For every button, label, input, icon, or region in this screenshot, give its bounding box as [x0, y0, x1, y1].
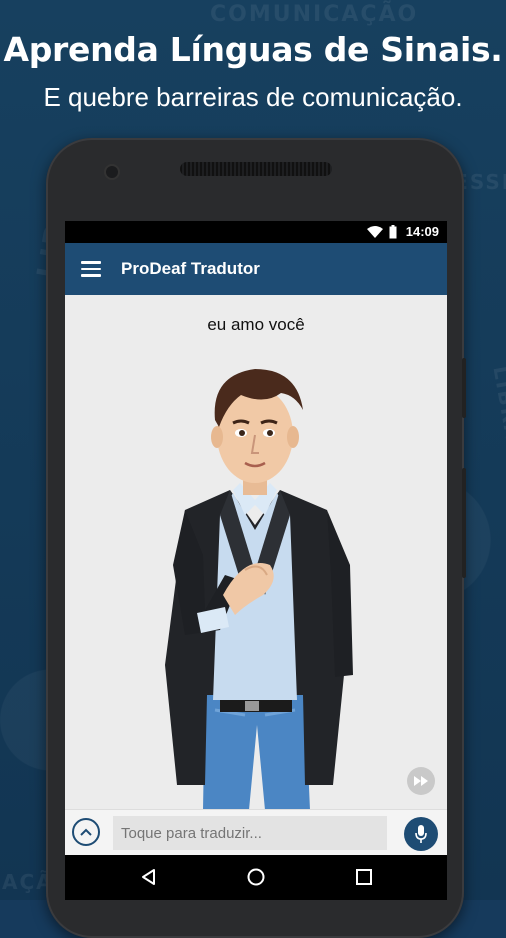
- volume-button: [462, 468, 466, 578]
- app-bar: ProDeaf Tradutor: [65, 243, 447, 295]
- front-camera: [106, 166, 118, 178]
- earpiece-speaker: [180, 162, 332, 176]
- input-bar: [65, 809, 447, 856]
- app-title: ProDeaf Tradutor: [121, 259, 260, 278]
- background-word: COMUNICAÇÃO: [210, 2, 419, 27]
- promo-subline: E quebre barreiras de comunicação.: [43, 82, 463, 112]
- recents-icon[interactable]: [354, 867, 374, 887]
- fast-forward-icon[interactable]: [407, 767, 435, 795]
- phone-screen: 14:09 ProDeaf Tradutor eu amo você: [65, 221, 447, 900]
- power-button: [462, 358, 466, 418]
- chevron-up-icon[interactable]: [72, 818, 100, 846]
- battery-icon: [389, 225, 397, 239]
- signing-avatar: [165, 369, 353, 810]
- back-icon[interactable]: [139, 867, 159, 887]
- system-nav-bar: [65, 855, 447, 900]
- home-icon[interactable]: [246, 867, 266, 887]
- background-word: LIBRAS: [488, 364, 506, 460]
- hamburger-menu-icon[interactable]: [81, 261, 101, 277]
- status-bar: 14:09: [65, 221, 447, 243]
- status-icons: [367, 225, 397, 239]
- promo-headline: Aprenda Línguas de Sinais.: [3, 30, 503, 69]
- translation-area: eu amo você: [65, 295, 447, 810]
- status-time: 14:09: [405, 224, 439, 239]
- translate-input[interactable]: [113, 816, 387, 850]
- translated-phrase: eu amo você: [207, 315, 305, 334]
- wifi-icon: [367, 226, 383, 238]
- microphone-icon[interactable]: [404, 817, 438, 851]
